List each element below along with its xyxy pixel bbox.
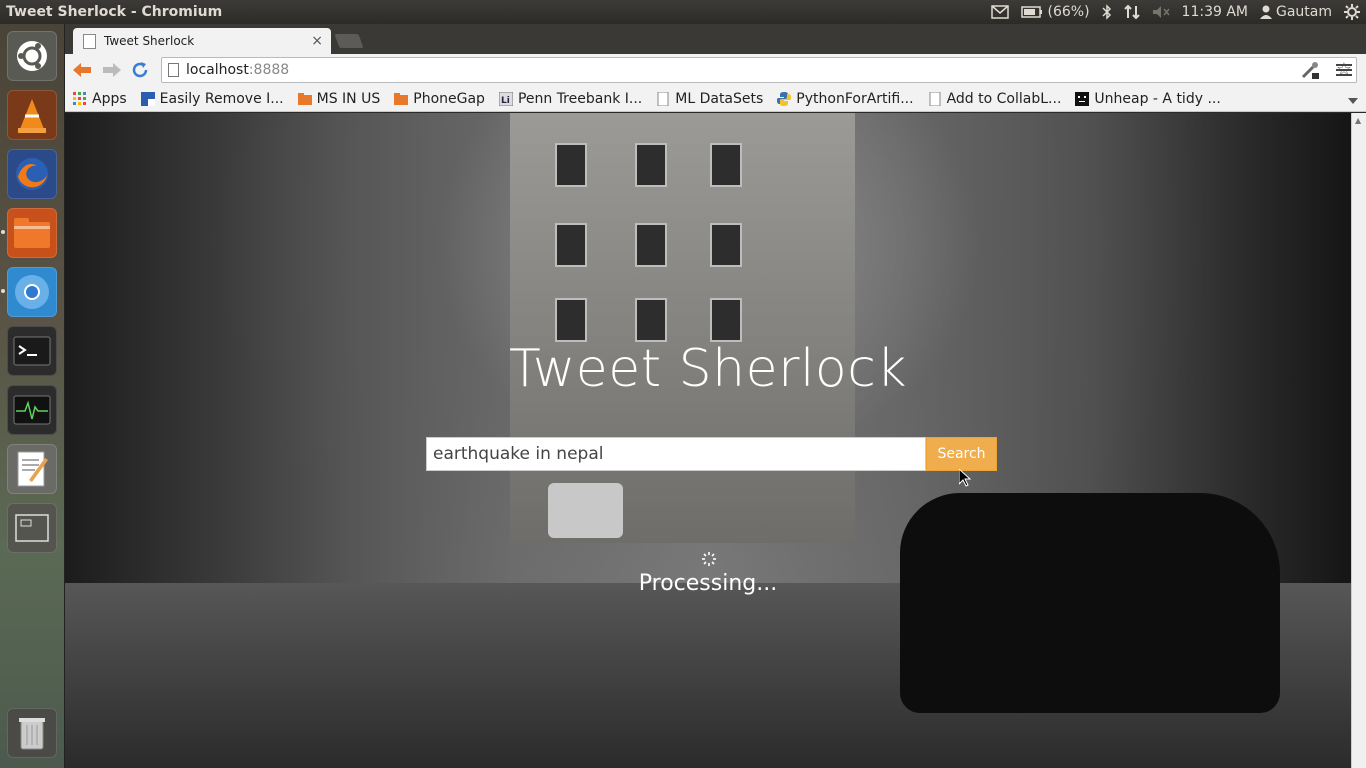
bluetooth-icon[interactable] bbox=[1102, 4, 1112, 20]
bookmark-label: Add to CollabL... bbox=[946, 90, 1062, 107]
bookmark-apps[interactable]: Apps bbox=[73, 91, 127, 107]
bookmark-label: Apps bbox=[92, 90, 127, 107]
bookmark-penn-treebank[interactable]: Li Penn Treebank I... bbox=[498, 90, 643, 107]
bookmark-label: PhoneGap bbox=[413, 90, 485, 107]
search-input[interactable] bbox=[426, 437, 926, 471]
dash-home-icon[interactable] bbox=[7, 31, 57, 81]
tab-tweet-sherlock[interactable]: Tweet Sherlock × bbox=[73, 28, 331, 54]
bg-window bbox=[635, 223, 667, 267]
vlc-icon[interactable] bbox=[7, 90, 57, 140]
processing-status: Processing... bbox=[638, 571, 778, 596]
page-icon bbox=[168, 63, 179, 77]
bookmark-label: PythonForArtifi... bbox=[796, 90, 914, 107]
address-port: :8888 bbox=[248, 62, 290, 78]
user-menu[interactable]: Gautam bbox=[1259, 4, 1332, 20]
apps-grid-icon bbox=[73, 91, 86, 105]
text-editor-icon[interactable] bbox=[7, 444, 57, 494]
page-title: Tweet Sherlock bbox=[509, 339, 907, 399]
settings-gear-icon[interactable] bbox=[1344, 4, 1360, 20]
user-name: Gautam bbox=[1275, 4, 1332, 20]
extension-icon[interactable] bbox=[1299, 59, 1321, 81]
bg-window bbox=[710, 298, 742, 342]
folder-icon bbox=[394, 92, 409, 105]
bg-window bbox=[555, 223, 587, 267]
indicators: (66%) 11:39 AM Gautam bbox=[991, 0, 1360, 24]
mouse-cursor-icon bbox=[959, 469, 971, 487]
li-icon: Li bbox=[498, 91, 513, 106]
reload-icon[interactable] bbox=[129, 59, 151, 81]
address-host: localhost bbox=[186, 62, 249, 78]
scroll-up-arrow-icon[interactable]: ▲ bbox=[1355, 116, 1361, 125]
loading-spinner-icon bbox=[702, 552, 716, 566]
top-panel: Tweet Sherlock - Chromium (66%) 11:39 AM… bbox=[0, 0, 1366, 24]
bookmarks-overflow-chevron-icon[interactable] bbox=[1348, 93, 1358, 109]
bookmark-phonegap[interactable]: PhoneGap bbox=[394, 91, 485, 107]
bg-window bbox=[710, 223, 742, 267]
browser-toolbar: localhost:8888 ☆ bbox=[65, 54, 1366, 86]
bookmark-label: Easily Remove I... bbox=[159, 90, 284, 107]
back-arrow-icon[interactable] bbox=[71, 59, 93, 81]
mail-icon[interactable] bbox=[991, 5, 1010, 19]
trash-icon[interactable] bbox=[7, 708, 57, 758]
clock[interactable]: 11:39 AM bbox=[1182, 4, 1248, 20]
folder-icon bbox=[297, 92, 312, 105]
user-icon bbox=[1259, 5, 1272, 19]
bg-window bbox=[635, 143, 667, 187]
bookmark-label: Penn Treebank I... bbox=[517, 90, 643, 107]
bookmark-label: MS IN US bbox=[316, 90, 381, 107]
bookmark-label: Unheap - A tidy ... bbox=[1094, 90, 1221, 107]
address-bar[interactable]: localhost:8888 ☆ bbox=[161, 57, 1357, 83]
launcher bbox=[0, 24, 65, 768]
background-van bbox=[548, 483, 623, 538]
battery-percent: (66%) bbox=[1047, 4, 1090, 20]
bookmark-blue-icon bbox=[140, 91, 155, 106]
bg-window bbox=[635, 298, 667, 342]
page-icon bbox=[929, 91, 941, 106]
volume-muted-icon[interactable] bbox=[1152, 5, 1170, 19]
bg-window bbox=[710, 143, 742, 187]
search-form: Search bbox=[426, 437, 998, 471]
page-scrollbar[interactable]: ▲ bbox=[1351, 113, 1366, 768]
bookmark-collab[interactable]: Add to CollabL... bbox=[928, 90, 1062, 107]
system-monitor-icon[interactable] bbox=[7, 385, 57, 435]
terminal-icon[interactable] bbox=[7, 326, 57, 376]
bg-window bbox=[555, 143, 587, 187]
background-car bbox=[900, 493, 1280, 713]
bg-window bbox=[555, 298, 587, 342]
bookmark-unheap[interactable]: Unheap - A tidy ... bbox=[1075, 90, 1221, 107]
bookmark-easily-remove[interactable]: Easily Remove I... bbox=[140, 90, 284, 107]
tab-title: Tweet Sherlock bbox=[104, 34, 195, 48]
unheap-icon bbox=[1075, 91, 1090, 106]
page-icon bbox=[657, 91, 669, 106]
page-favicon-icon bbox=[83, 33, 96, 49]
window-title: Tweet Sherlock - Chromium bbox=[6, 4, 223, 20]
svg-text:Li: Li bbox=[501, 96, 510, 106]
network-icon[interactable] bbox=[1123, 4, 1140, 20]
menu-hamburger-icon[interactable] bbox=[1333, 59, 1355, 81]
bookmarks-bar: Apps Easily Remove I... MS IN US PhoneGa… bbox=[65, 86, 1366, 112]
python-icon bbox=[777, 91, 792, 106]
firefox-icon[interactable] bbox=[7, 149, 57, 199]
forward-arrow-icon[interactable] bbox=[101, 59, 123, 81]
tab-close-icon[interactable]: × bbox=[311, 33, 323, 49]
files-icon[interactable] bbox=[7, 208, 57, 258]
workspace-switcher-icon[interactable] bbox=[7, 503, 57, 553]
tab-strip: Tweet Sherlock × bbox=[65, 24, 1366, 54]
battery-indicator[interactable]: (66%) bbox=[1021, 4, 1090, 20]
battery-icon bbox=[1021, 6, 1043, 18]
bookmark-python[interactable]: PythonForArtifi... bbox=[777, 90, 914, 107]
bookmark-ms-in-us[interactable]: MS IN US bbox=[297, 90, 381, 107]
bookmark-ml-datasets[interactable]: ML DataSets bbox=[656, 91, 763, 107]
chromium-icon[interactable] bbox=[7, 267, 57, 317]
bookmark-label: ML DataSets bbox=[675, 90, 764, 107]
page-content: Tweet Sherlock Search Processing... bbox=[65, 113, 1351, 768]
new-tab-button[interactable] bbox=[334, 34, 364, 48]
search-button[interactable]: Search bbox=[926, 437, 997, 471]
